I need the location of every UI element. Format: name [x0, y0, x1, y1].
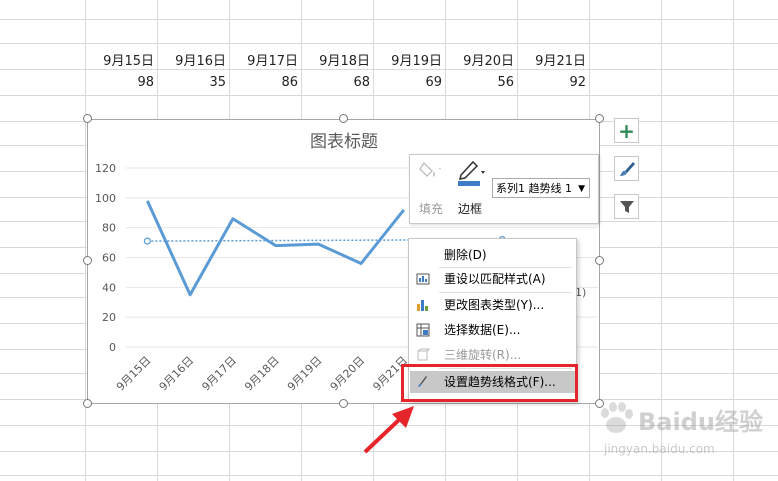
select-data-icon — [416, 323, 430, 337]
y-tick-label: 40 — [102, 281, 116, 294]
menu-item-label: 重设以匹配样式(A) — [444, 272, 546, 286]
menu-item-label: 选择数据(E)... — [444, 323, 521, 337]
outline-label: 边框 — [457, 202, 482, 216]
chevron-down-icon: ▼ — [578, 184, 585, 194]
watermark-url: jingyan.baidu.com — [604, 442, 715, 456]
trendline-handle[interactable] — [143, 237, 151, 245]
resize-handle[interactable] — [83, 114, 92, 123]
menu-item-label: 删除(D) — [444, 248, 487, 262]
paint-bucket-icon — [419, 161, 441, 178]
reset-style-icon — [416, 273, 430, 285]
menu-item-reset-style[interactable]: 重设以匹配样式(A) — [410, 268, 575, 290]
highlight-annotation — [401, 364, 578, 402]
x-tick-label: 9月16日 — [157, 354, 197, 394]
x-tick-label: 9月19日 — [285, 354, 325, 394]
chart-filters-button[interactable] — [614, 194, 639, 219]
y-tick-label: 60 — [102, 252, 116, 265]
menu-item-delete[interactable]: 删除(D) — [410, 244, 575, 266]
resize-handle[interactable] — [595, 114, 604, 123]
series-dropdown-value: 系列1 趋势线 1 — [496, 182, 572, 195]
cell-date[interactable]: 9月17日 — [232, 50, 298, 69]
pen-outline-icon — [458, 160, 485, 186]
cell-value[interactable]: 92 — [520, 75, 586, 93]
cell-date[interactable]: 9月20日 — [448, 50, 514, 69]
x-tick-label: 9月15日 — [114, 354, 154, 394]
fill-button[interactable]: 填充 — [416, 159, 446, 217]
chart-elements-button[interactable]: + — [614, 118, 639, 143]
series-dropdown[interactable]: 系列1 趋势线 1 ▼ — [492, 178, 590, 198]
cell-date[interactable]: 9月15日 — [88, 50, 154, 69]
cell-date[interactable]: 9月19日 — [376, 50, 442, 69]
cell-value[interactable]: 98 — [88, 75, 154, 93]
chart-type-icon — [417, 300, 428, 311]
outline-button[interactable]: 边框 — [455, 159, 485, 217]
y-tick-label: 20 — [102, 311, 116, 324]
cell-value[interactable]: 86 — [232, 75, 298, 93]
cell-date[interactable]: 9月21日 — [520, 50, 586, 69]
red-arrow-annotation — [363, 406, 414, 454]
x-tick-label: 9月20日 — [328, 354, 368, 394]
x-tick-label: 9月17日 — [199, 354, 239, 394]
baidu-paw-icon — [601, 402, 633, 433]
cell-value[interactable]: 69 — [376, 75, 442, 93]
watermark: Baidu经验 jingyan.baidu.com — [590, 390, 770, 470]
cell-date[interactable]: 9月16日 — [160, 50, 226, 69]
watermark-brand: Baidu经验 — [638, 408, 763, 436]
3d-rotate-icon — [417, 348, 430, 361]
x-tick-label: 9月18日 — [242, 354, 282, 394]
resize-handle[interactable] — [83, 256, 92, 265]
menu-separator — [439, 292, 572, 293]
menu-item-3d-rotation: 三维旋转(R)... — [410, 344, 575, 366]
y-tick-label: 100 — [95, 192, 116, 205]
menu-item-label: 三维旋转(R)... — [444, 348, 522, 362]
cell-value[interactable]: 68 — [304, 75, 370, 93]
filter-icon — [619, 200, 634, 213]
resize-handle[interactable] — [595, 256, 604, 265]
resize-handle[interactable] — [339, 399, 348, 408]
paintbrush-icon — [619, 161, 635, 176]
menu-item-label: 更改图表类型(Y)... — [444, 298, 545, 312]
cell-value[interactable]: 56 — [448, 75, 514, 93]
cell-date[interactable]: 9月18日 — [304, 50, 370, 69]
chart-styles-button[interactable] — [614, 156, 639, 181]
menu-item-change-chart-type[interactable]: 更改图表类型(Y)... — [410, 294, 575, 316]
chart-title[interactable]: 图表标题 — [310, 132, 378, 152]
resize-handle[interactable] — [339, 114, 348, 123]
y-tick-label: 120 — [95, 162, 116, 175]
y-tick-label: 0 — [109, 341, 116, 354]
format-mini-toolbar: 填充 边框 系列1 趋势线 1 ▼ — [409, 154, 599, 224]
fill-label: 填充 — [418, 202, 443, 216]
resize-handle[interactable] — [83, 399, 92, 408]
plus-icon: + — [618, 118, 635, 143]
series-line[interactable] — [146, 200, 406, 297]
menu-item-select-data[interactable]: 选择数据(E)... — [410, 319, 575, 341]
y-tick-label: 80 — [102, 222, 116, 235]
cell-value[interactable]: 35 — [160, 75, 226, 93]
